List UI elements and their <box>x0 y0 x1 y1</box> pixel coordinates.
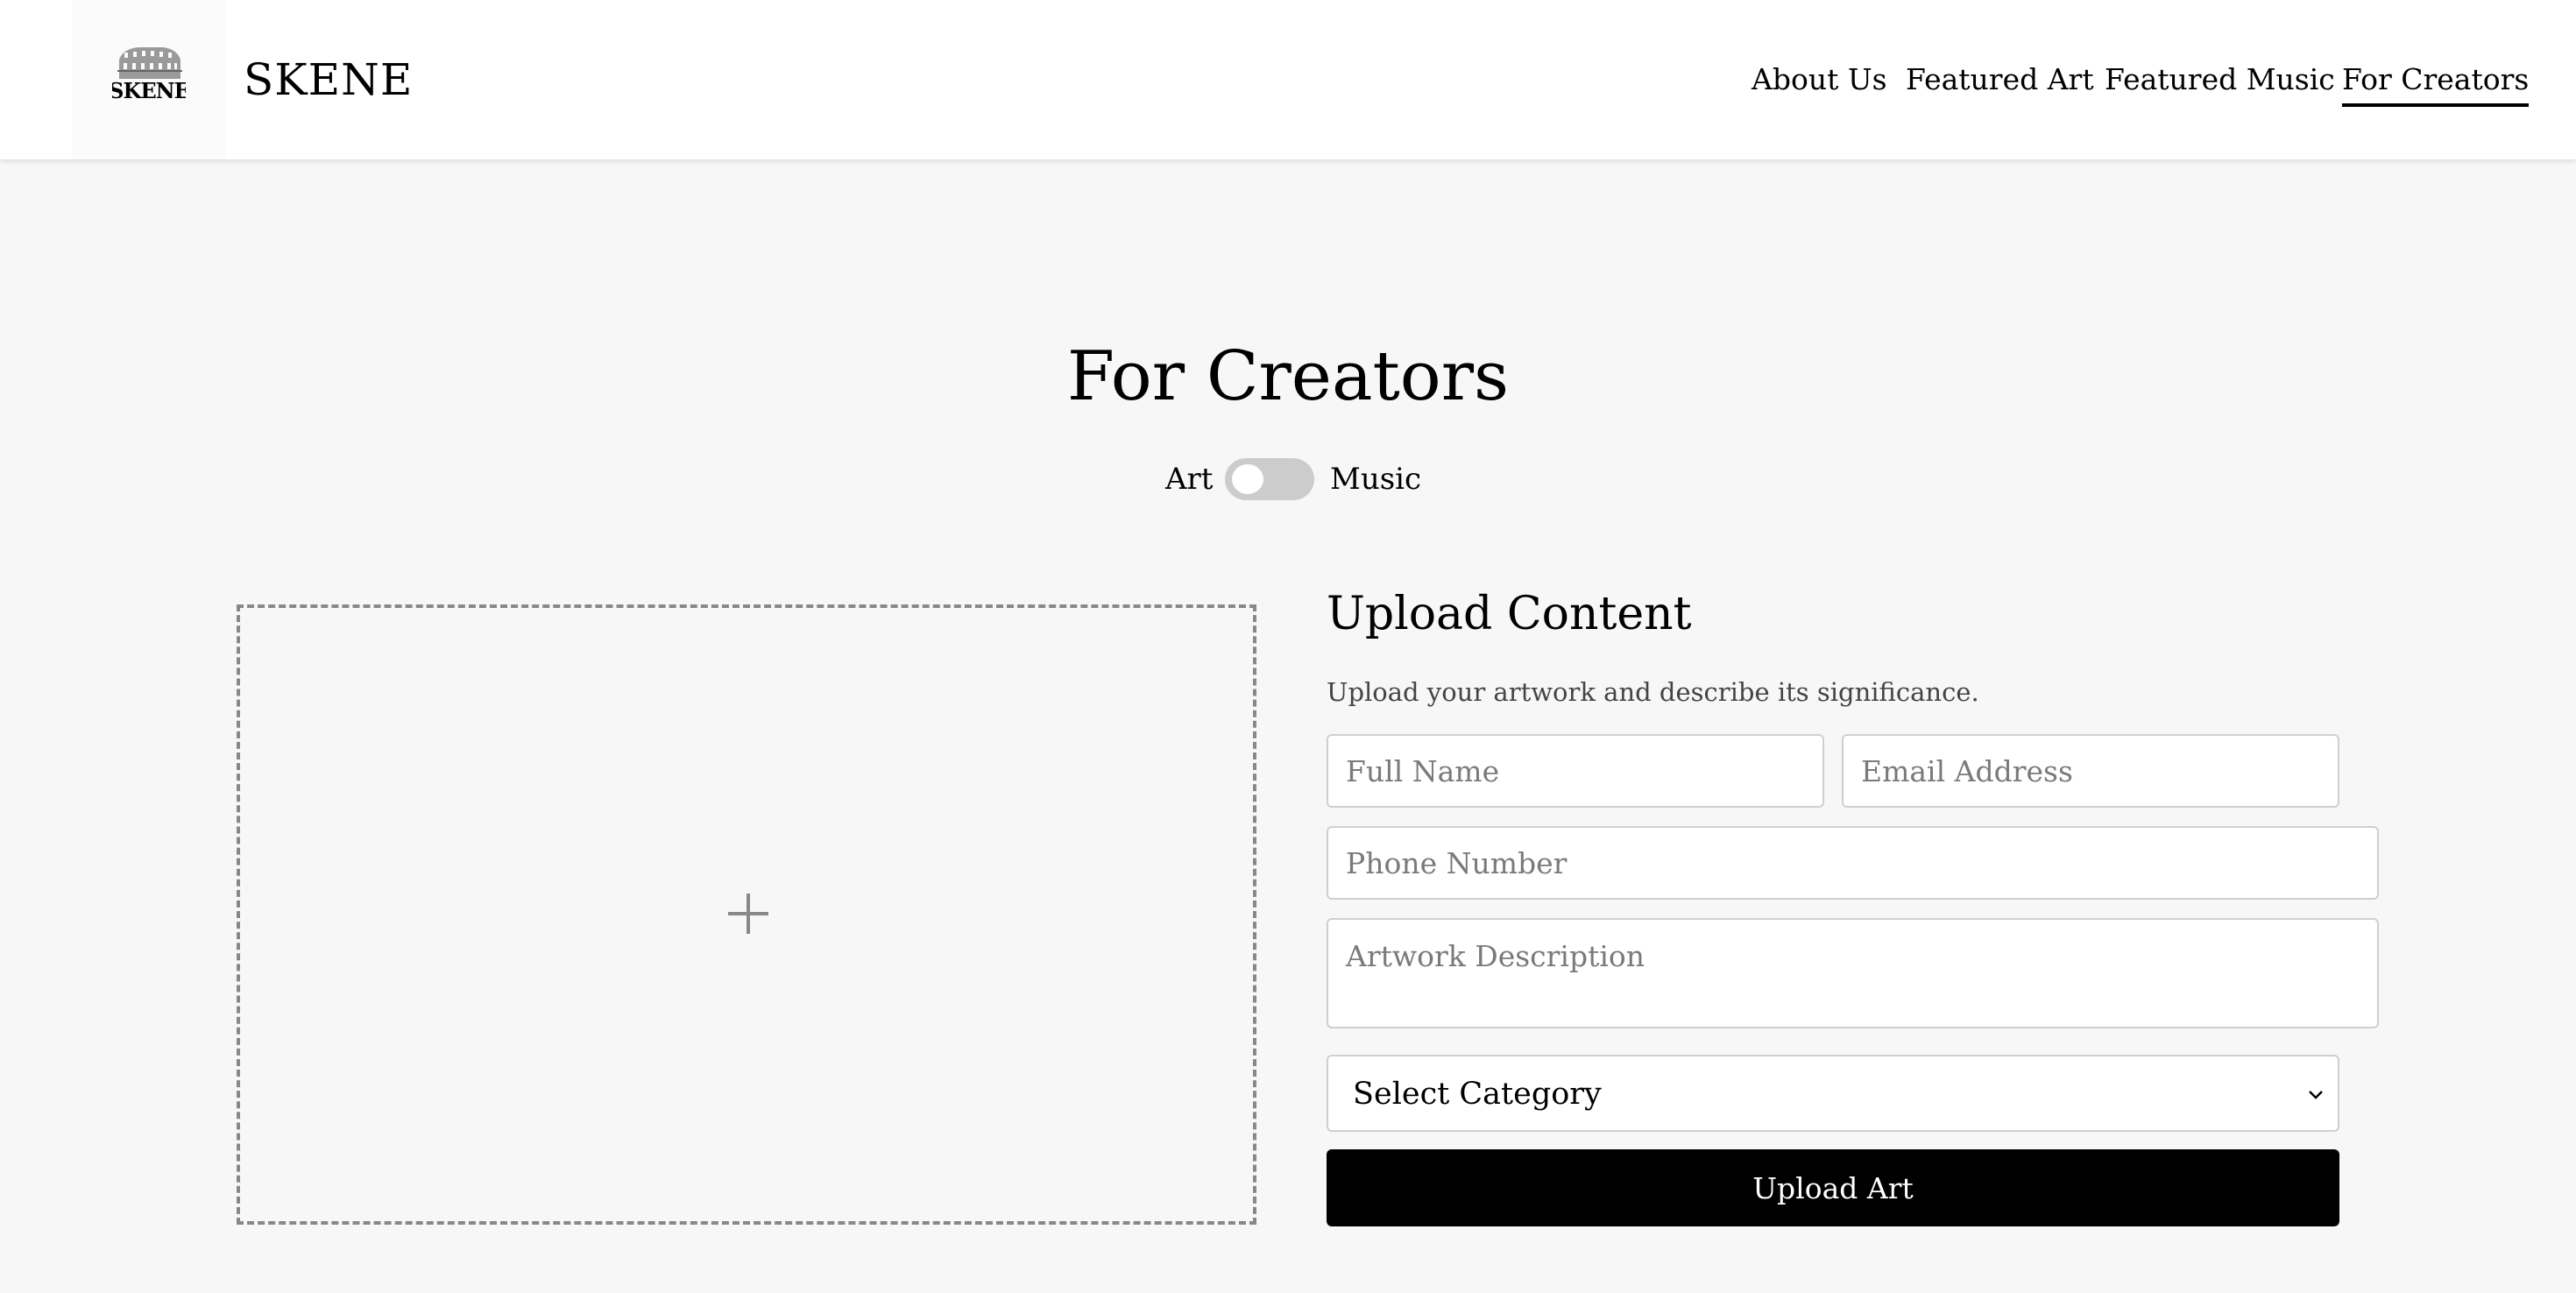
art-music-toggle[interactable] <box>1225 458 1314 500</box>
nav-featured-music[interactable]: Featured Music <box>2105 58 2335 102</box>
email-input[interactable] <box>1842 734 2339 808</box>
page-title: For Creators <box>1066 337 1510 416</box>
artwork-dropzone[interactable] <box>237 604 1256 1225</box>
upload-description: Upload your artwork and describe its sig… <box>1327 677 1979 707</box>
toggle-music-label: Music <box>1330 462 1422 497</box>
nav-about-us[interactable]: About Us <box>1752 58 1887 102</box>
chevron-down-icon <box>2309 1091 2323 1099</box>
artwork-description-input[interactable] <box>1327 918 2379 1028</box>
svg-text:SKENE: SKENE <box>112 78 186 102</box>
plus-icon <box>728 894 768 934</box>
category-select[interactable]: Select Category <box>1327 1055 2339 1132</box>
nav-for-creators[interactable]: For Creators <box>2342 58 2530 107</box>
upload-content-title: Upload Content <box>1327 588 1692 640</box>
toggle-knob <box>1232 464 1263 494</box>
colosseum-logo-icon: SKENE <box>112 47 186 102</box>
logo[interactable]: SKENE <box>72 0 226 159</box>
site-header: SKENE SKENE About Us Featured Art Featur… <box>0 0 2576 159</box>
full-name-input[interactable] <box>1327 734 1824 808</box>
category-selected-value: Select Category <box>1353 1077 1602 1112</box>
art-music-toggle-row: Art Music <box>0 457 2576 501</box>
upload-art-button[interactable]: Upload Art <box>1327 1149 2339 1226</box>
nav-featured-art[interactable]: Featured Art <box>1906 58 2094 102</box>
toggle-art-label: Art <box>1165 462 1214 497</box>
phone-input[interactable] <box>1327 826 2379 900</box>
site-name[interactable]: SKENE <box>244 51 413 109</box>
